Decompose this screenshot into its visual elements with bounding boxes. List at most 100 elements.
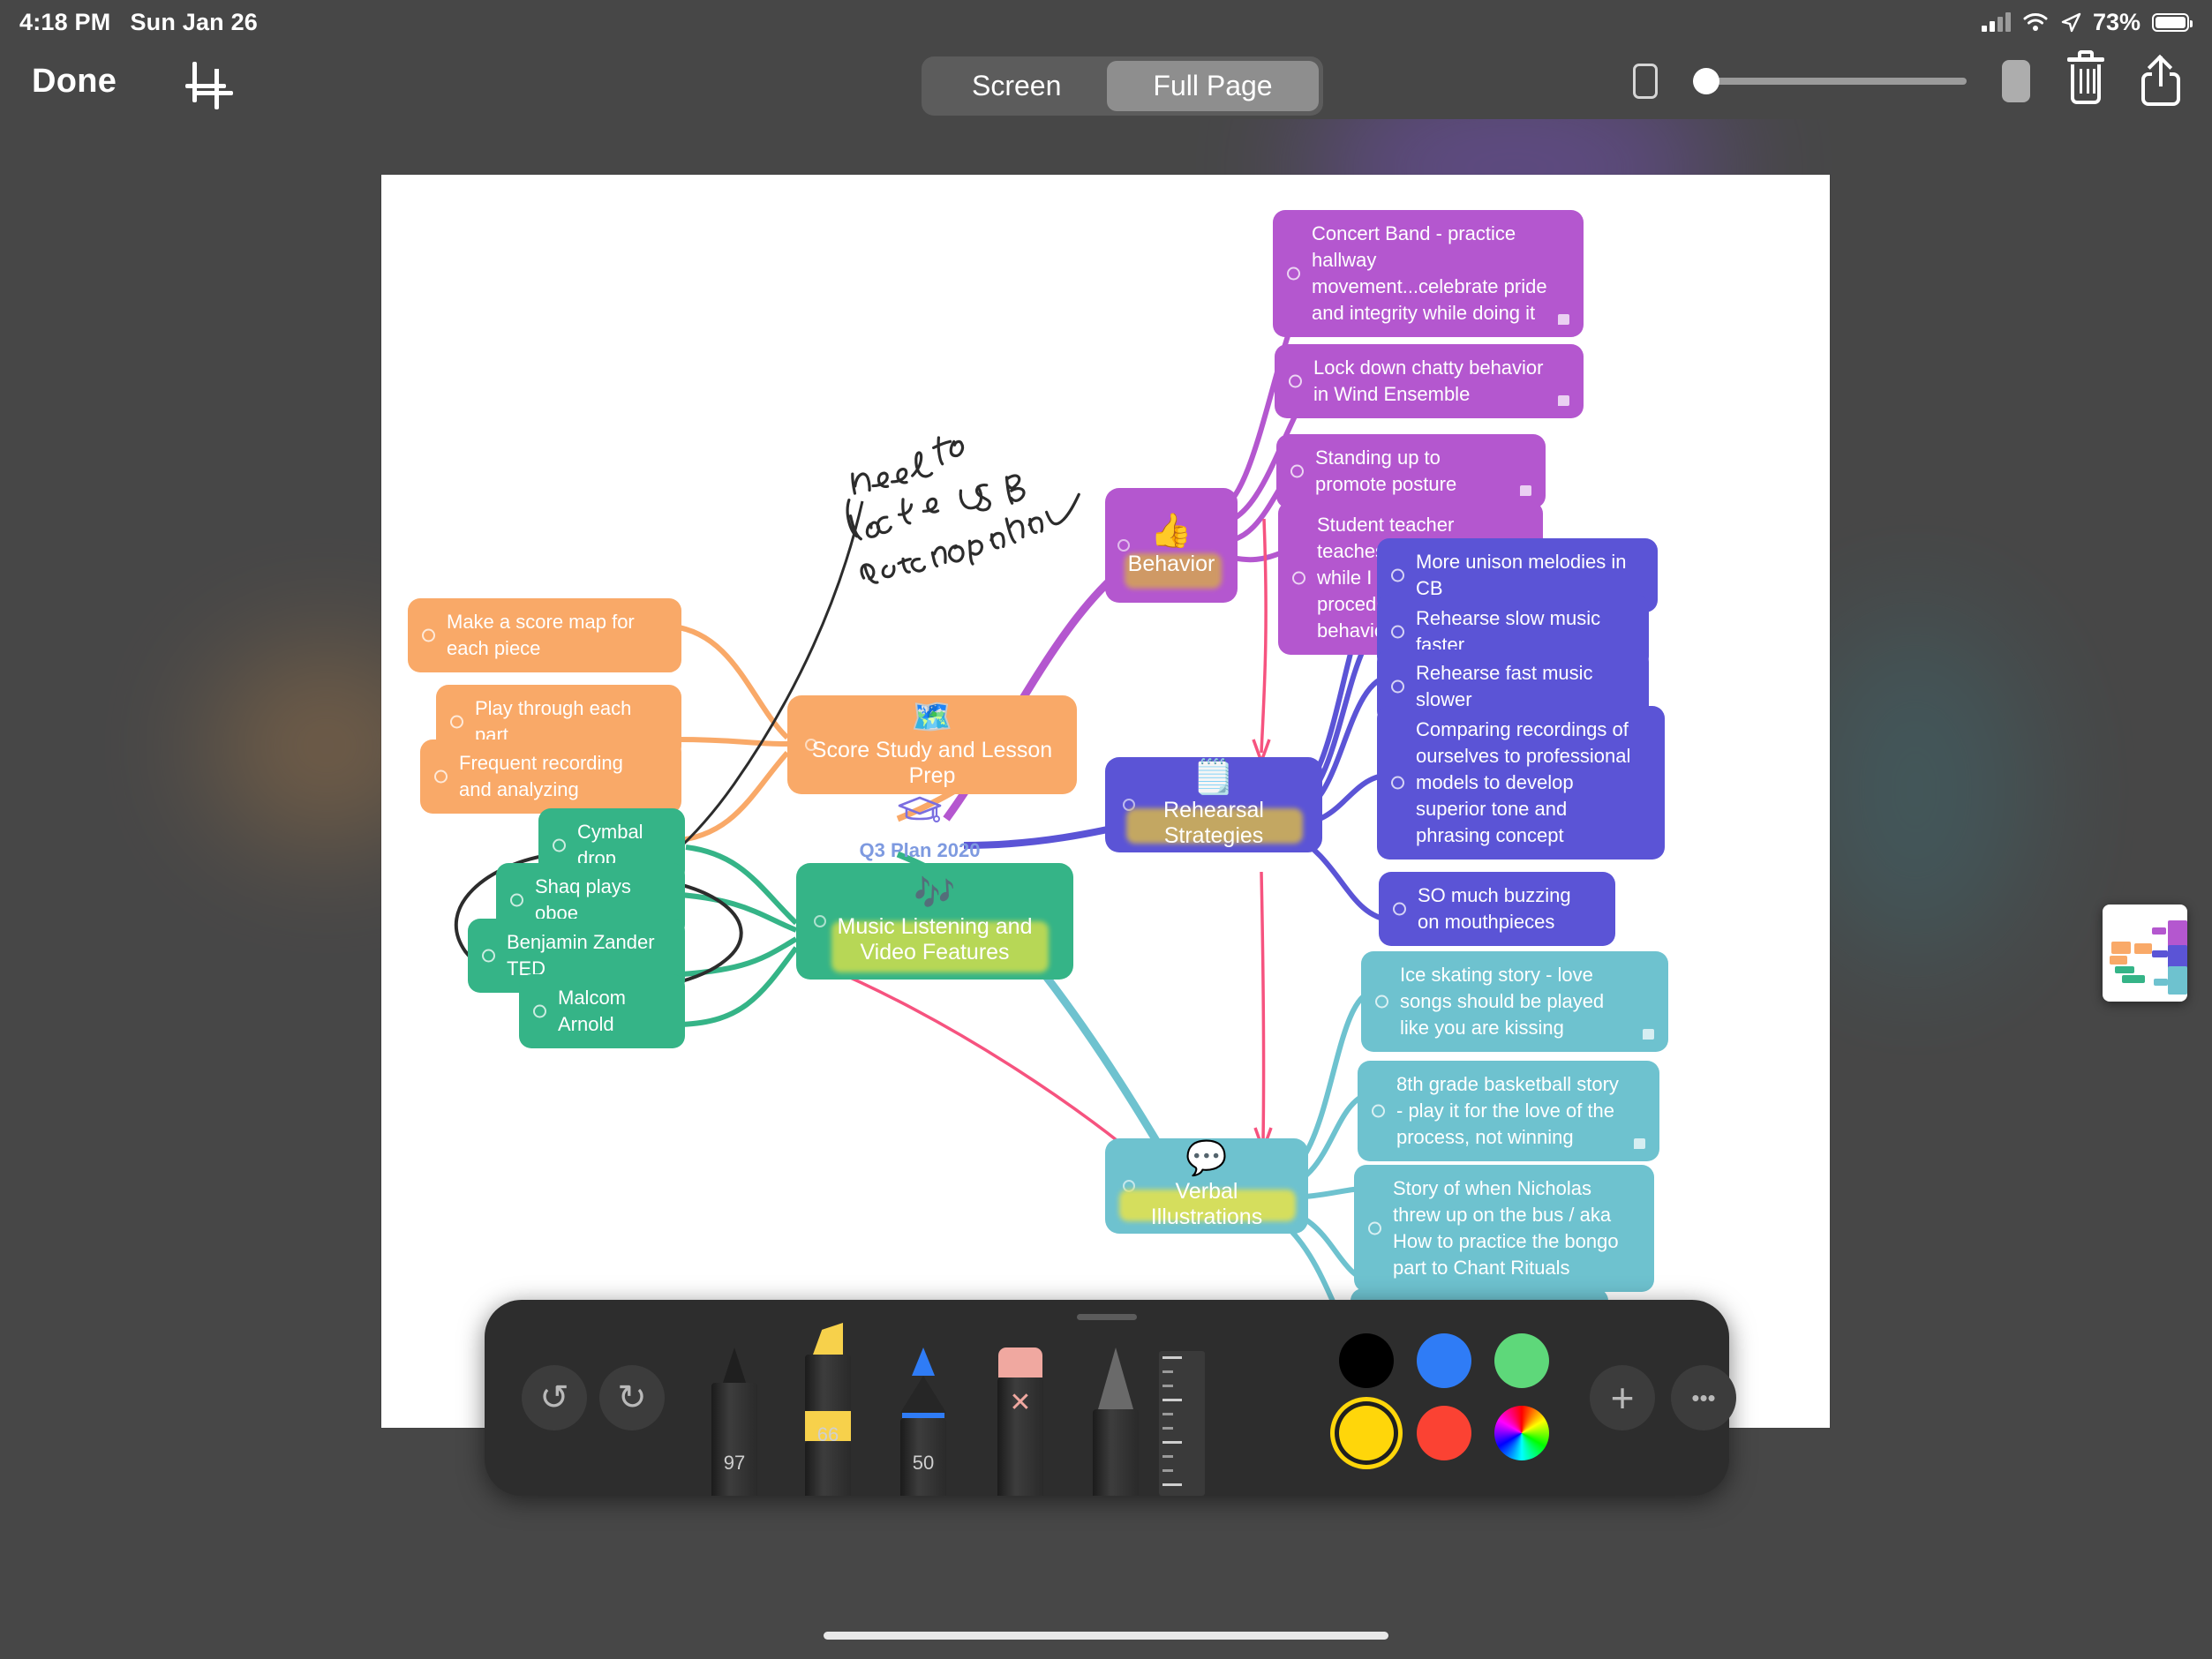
branch-node-music-listening[interactable]: 🎶 Music Listening and Video Features [796, 863, 1073, 980]
handwritten-annotation [828, 383, 1144, 590]
color-swatch-color-wheel[interactable] [1494, 1406, 1549, 1460]
branch-node-verbal-illustrations[interactable]: 💬 Verbal Illustrations [1105, 1138, 1308, 1234]
ruler-tool[interactable] [1159, 1351, 1207, 1496]
page-size-large-icon [2002, 60, 2030, 102]
tab-screen[interactable]: Screen [926, 61, 1107, 111]
ipad-markup-screen: 4:18 PM Sun Jan 26 73% Done Screen Full … [0, 0, 2212, 1659]
branch-title-music-listening: Music Listening and Video Features [837, 914, 1033, 965]
tab-full-page[interactable]: Full Page [1107, 61, 1319, 111]
toolbar-right-tools [1633, 50, 2180, 106]
screenshot-canvas[interactable]: Q3 Plan 2020 🗺️ Score Study and Lesson P… [0, 119, 2212, 1549]
status-bar-right: 73% [1981, 8, 2193, 36]
central-node-label: Q3 Plan 2020 [859, 839, 981, 861]
page-size-slider[interactable] [1693, 64, 1967, 99]
crop-icon[interactable] [185, 61, 234, 109]
page-size-small-icon [1633, 64, 1658, 99]
child-node-label: 8th grade basketball story - play it for… [1396, 1073, 1619, 1148]
child-node-label: Concert Band - practice hallway movement… [1312, 222, 1547, 324]
note-flag-icon [1558, 313, 1569, 325]
branch-node-rehearsal-strategies[interactable]: 🗒️ Rehearsal Strategies [1105, 757, 1322, 852]
status-bar: 4:18 PM Sun Jan 26 73% [0, 0, 2212, 44]
branch-node-behavior[interactable]: 👍 Behavior [1105, 488, 1238, 603]
node-bullet [422, 628, 435, 642]
node-bullet [553, 838, 566, 852]
color-swatch-black[interactable] [1339, 1333, 1394, 1388]
add-color-button[interactable]: + [1590, 1365, 1655, 1430]
branch-node-score-study[interactable]: 🗺️ Score Study and Lesson Prep [787, 695, 1077, 794]
child-node[interactable]: Make a score map for each piece [408, 598, 681, 672]
child-node[interactable]: Standing up to promote posture [1276, 434, 1546, 508]
pen-tool[interactable]: 97 [707, 1347, 762, 1496]
node-bullet [1368, 1221, 1381, 1235]
slider-knob[interactable] [1693, 68, 1719, 94]
toolbar-grabber[interactable] [1077, 1314, 1137, 1320]
undo-icon[interactable]: ↺ [522, 1365, 587, 1430]
note-flag-icon [1558, 394, 1569, 406]
child-node-label: Frequent recording and analyzing [459, 752, 623, 800]
node-bullet [1117, 539, 1130, 552]
pencil-tool[interactable]: 50 [896, 1347, 951, 1496]
child-node[interactable]: Frequent recording and analyzing [420, 739, 681, 814]
musical-notes-icon: 🎶 [914, 875, 956, 912]
location-arrow-icon [2061, 12, 2081, 33]
textured-pencil-tool[interactable] [1088, 1347, 1143, 1496]
child-node[interactable]: 8th grade basketball story - play it for… [1358, 1061, 1659, 1161]
markup-pen-toolbar[interactable]: ↺ ↻ 97 66 50 ✕ + ••• [485, 1300, 1736, 1496]
pencil-tool-size: 50 [912, 1452, 935, 1474]
child-node-label: Standing up to promote posture [1315, 447, 1457, 495]
child-node[interactable]: Concert Band - practice hallway movement… [1273, 210, 1584, 337]
node-bullet [1287, 266, 1300, 281]
done-button[interactable]: Done [32, 63, 117, 101]
slider-track[interactable] [1693, 78, 1967, 85]
status-battery-percent: 73% [2092, 8, 2141, 35]
color-swatch-red[interactable] [1417, 1406, 1471, 1460]
child-node[interactable]: Malcom Arnold [519, 974, 685, 1048]
node-bullet [1391, 776, 1404, 790]
home-indicator[interactable] [824, 1632, 1388, 1640]
central-node[interactable]: Q3 Plan 2020 [858, 792, 982, 862]
child-node[interactable]: Ice skating story - love songs should be… [1361, 951, 1668, 1052]
status-time: 4:18 PM [19, 8, 111, 35]
branch-title-score-study: Score Study and Lesson Prep [811, 738, 1053, 788]
child-node[interactable]: Comparing recordings of ourselves to pro… [1377, 706, 1665, 860]
branch-title-behavior: Behavior [1127, 551, 1215, 576]
redo-icon[interactable]: ↻ [599, 1365, 665, 1430]
color-swatch-blue[interactable] [1417, 1333, 1471, 1388]
wifi-icon [2023, 13, 2048, 31]
screen-fullpage-segmented-control[interactable]: Screen Full Page [922, 56, 1323, 116]
child-node-label: Ice skating story - love songs should be… [1400, 964, 1605, 1039]
node-bullet [1290, 464, 1304, 478]
child-node[interactable]: Lock down chatty behavior in Wind Ensemb… [1275, 344, 1584, 418]
child-node-label: Make a score map for each piece [447, 611, 635, 659]
checklist-icon: 🗒️ [1193, 759, 1235, 796]
node-bullet [510, 893, 523, 907]
child-node[interactable]: Story of when Nicholas threw up on the b… [1354, 1165, 1654, 1292]
more-options-button[interactable]: ••• [1671, 1365, 1736, 1430]
document-page[interactable]: Q3 Plan 2020 🗺️ Score Study and Lesson P… [381, 175, 1830, 1433]
share-icon[interactable] [2141, 54, 2180, 106]
child-node[interactable]: SO much buzzing on mouthpieces [1379, 872, 1615, 946]
node-bullet [450, 715, 463, 729]
highlighter-tool[interactable]: 66 [801, 1323, 855, 1496]
child-node-label: Lock down chatty behavior in Wind Ensemb… [1313, 357, 1544, 405]
highlighter-tool-size: 66 [816, 1423, 839, 1445]
page-thumbnail[interactable] [2103, 905, 2187, 1002]
background-blur-teal [1801, 613, 2030, 966]
eraser-x-icon: ✕ [1009, 1388, 1032, 1417]
status-bar-left: 4:18 PM Sun Jan 26 [19, 9, 258, 36]
node-bullet [1393, 902, 1406, 916]
note-flag-icon [1634, 1137, 1645, 1149]
note-flag-icon [1643, 1028, 1654, 1040]
color-swatch-green[interactable] [1494, 1333, 1549, 1388]
node-bullet [1289, 374, 1302, 388]
child-node-label: Comparing recordings of ourselves to pro… [1416, 718, 1631, 846]
pen-tool-size: 97 [723, 1452, 746, 1474]
node-bullet [1375, 995, 1388, 1009]
trash-icon[interactable] [2065, 50, 2106, 105]
color-swatch-yellow[interactable] [1339, 1406, 1394, 1460]
child-node-label: Story of when Nicholas threw up on the b… [1393, 1177, 1619, 1279]
note-flag-icon [1520, 484, 1531, 496]
node-bullet [1391, 568, 1404, 582]
child-node-label: SO much buzzing on mouthpieces [1418, 884, 1571, 933]
eraser-tool[interactable]: ✕ [993, 1347, 1048, 1496]
